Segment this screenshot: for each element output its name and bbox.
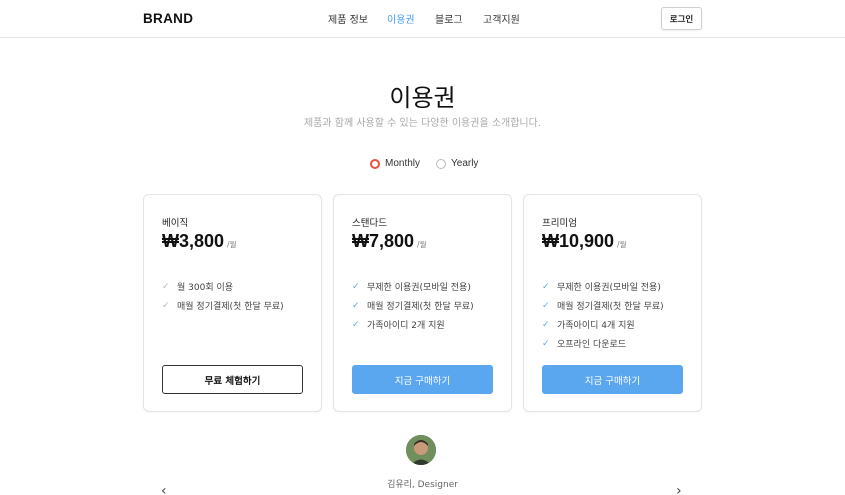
billing-option-label: Yearly [451, 158, 479, 169]
buy-now-button[interactable]: 지금 구매하기 [542, 365, 683, 394]
nav-item-pricing[interactable]: 이용권 [387, 11, 415, 26]
reviewer-name: 김유리, Designer [387, 480, 458, 490]
feature-item: ✓ 가족아이디 2개 지원 [352, 315, 474, 334]
price-period: /월 [417, 240, 427, 249]
feature-item: ✓ 매월 정기결제(첫 한달 무료) [542, 296, 664, 315]
check-icon: ✓ [542, 319, 550, 330]
check-icon: ✓ [542, 300, 550, 311]
feature-list: ✓ 월 300회 이용 ✓ 매월 정기결제(첫 한달 무료) [162, 277, 284, 315]
feature-item: ✓ 가족아이디 4개 지원 [542, 315, 664, 334]
avatar-image [406, 435, 436, 465]
feature-item: ✓ 매월 정기결제(첫 한달 무료) [162, 296, 284, 315]
plan-price: ₩10,900 [542, 231, 615, 251]
price-row: ₩10,900 /월 [542, 231, 626, 252]
plan-name: 프리미엄 [542, 218, 577, 229]
feature-list: ✓ 무제한 이용권(모바일 전용) ✓ 매월 정기결제(첫 한달 무료) ✓ 가… [542, 277, 664, 353]
main-nav: 제품 정보 이용권 블로그 고객지원 [0, 11, 845, 27]
billing-option-label: Monthly [385, 158, 421, 169]
feature-text: 가족아이디 4개 지원 [557, 321, 635, 331]
plan-card-basic: 베이직 ₩3,800 /월 ✓ 월 300회 이용 ✓ 매월 정기결제(첫 한달… [143, 194, 322, 412]
feature-text: 무제한 이용권(모바일 전용) [557, 283, 661, 293]
nav-item-support[interactable]: 고객지원 [483, 11, 520, 26]
free-trial-button[interactable]: 무료 체험하기 [162, 365, 303, 394]
plan-name: 스탠다드 [352, 218, 387, 229]
check-icon: ✓ [162, 281, 170, 292]
check-icon: ✓ [542, 281, 550, 292]
feature-text: 무제한 이용권(모바일 전용) [367, 283, 471, 293]
check-icon: ✓ [352, 300, 360, 311]
chevron-right-icon[interactable]: › [676, 484, 682, 495]
feature-item: ✓ 월 300회 이용 [162, 277, 284, 296]
feature-text: 매월 정기결제(첫 한달 무료) [177, 302, 284, 312]
plan-price: ₩7,800 [352, 231, 415, 251]
feature-item: ✓ 무제한 이용권(모바일 전용) [542, 277, 664, 296]
plan-price: ₩3,800 [162, 231, 225, 251]
price-row: ₩3,800 /월 [162, 231, 236, 252]
plan-card-premium: 프리미엄 ₩10,900 /월 ✓ 무제한 이용권(모바일 전용) ✓ 매월 정… [523, 194, 702, 412]
price-row: ₩7,800 /월 [352, 231, 426, 252]
login-button[interactable]: 로그인 [661, 7, 702, 30]
feature-text: 매월 정기결제(첫 한달 무료) [557, 302, 664, 312]
radio-selected-icon[interactable] [370, 158, 380, 169]
page-title: 이용권 [389, 84, 456, 112]
plan-name: 베이직 [162, 218, 189, 229]
billing-option-monthly[interactable]: Monthly [370, 158, 420, 169]
feature-text: 매월 정기결제(첫 한달 무료) [367, 302, 474, 312]
feature-text: 월 300회 이용 [177, 283, 234, 293]
nav-item-product-info[interactable]: 제품 정보 [328, 11, 368, 26]
chevron-left-icon[interactable]: ‹ [161, 484, 167, 495]
feature-text: 오프라인 다운로드 [557, 340, 627, 350]
feature-item: ✓ 매월 정기결제(첫 한달 무료) [352, 296, 474, 315]
site-header: BRAND 제품 정보 이용권 블로그 고객지원 로그인 [0, 0, 845, 38]
feature-item: ✓ 무제한 이용권(모바일 전용) [352, 277, 474, 296]
check-icon: ✓ [352, 281, 360, 292]
price-period: /월 [227, 240, 237, 249]
feature-text: 가족아이디 2개 지원 [367, 321, 445, 331]
buy-now-button[interactable]: 지금 구매하기 [352, 365, 493, 394]
radio-unselected-icon[interactable] [436, 158, 446, 169]
check-icon: ✓ [352, 319, 360, 330]
page-subtitle: 제품과 함께 사용할 수 있는 다양한 이용권을 소개합니다. [303, 118, 542, 129]
check-icon: ✓ [542, 338, 550, 349]
avatar [406, 435, 436, 465]
nav-item-blog[interactable]: 블로그 [435, 11, 463, 26]
feature-item: ✓ 오프라인 다운로드 [542, 334, 664, 353]
check-icon: ✓ [162, 300, 170, 311]
plan-card-standard: 스탠다드 ₩7,800 /월 ✓ 무제한 이용권(모바일 전용) ✓ 매월 정기… [333, 194, 512, 412]
billing-option-yearly[interactable]: Yearly [436, 158, 478, 169]
price-period: /월 [617, 240, 627, 249]
feature-list: ✓ 무제한 이용권(모바일 전용) ✓ 매월 정기결제(첫 한달 무료) ✓ 가… [352, 277, 474, 334]
